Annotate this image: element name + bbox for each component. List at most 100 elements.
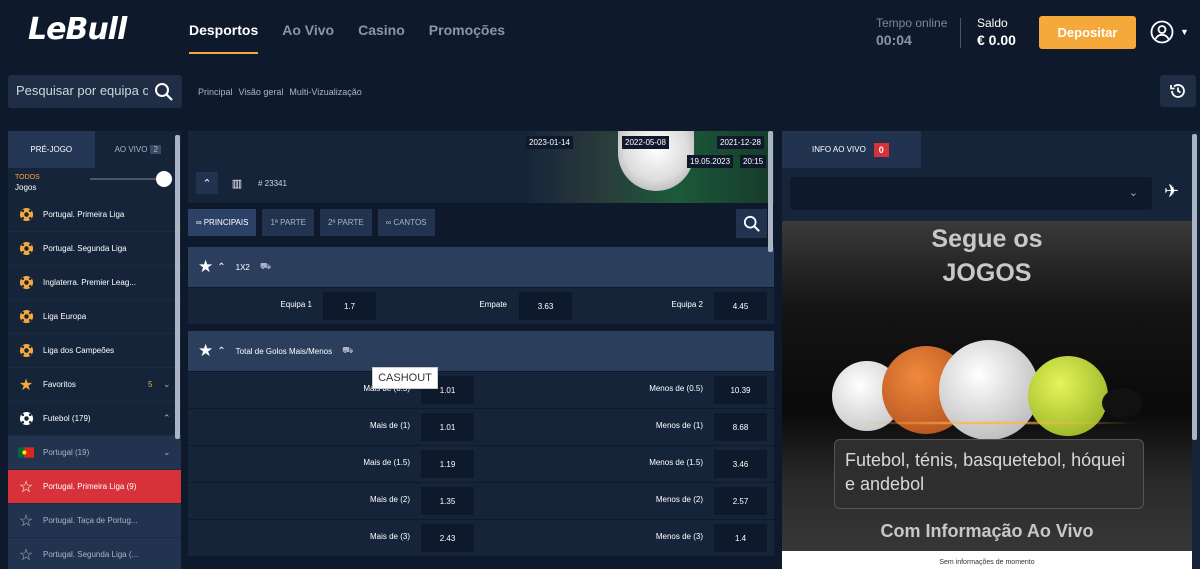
star-outline-icon[interactable]: ☆ bbox=[18, 547, 34, 564]
event-date: 19.05.2023 bbox=[687, 155, 734, 168]
sidebar-item-primeira-liga-selected[interactable]: ☆ Portugal. Primeira Liga (9) bbox=[8, 470, 181, 504]
tab-principais[interactable]: ∞ PRINCIPAIS bbox=[188, 209, 257, 236]
odds-row: Mais de (1) 1.01 Menos de (1) 8.68 bbox=[188, 408, 774, 445]
odd-button[interactable]: 8.68 bbox=[714, 413, 767, 441]
sidebar-item-segunda-liga-sub[interactable]: ☆ Portugal. Segunda Liga (... bbox=[8, 538, 181, 569]
market-header[interactable]: ★ ⌃ Total de Golos Mais/Menos ⛟ bbox=[188, 331, 774, 371]
columns-icon: ▥ bbox=[231, 177, 243, 190]
star-icon[interactable]: ★ bbox=[198, 341, 213, 361]
toggle-knob[interactable] bbox=[156, 171, 172, 187]
under-label: Menos de (1.5) bbox=[649, 458, 703, 467]
star-outline-icon[interactable]: ☆ bbox=[18, 513, 34, 530]
soccer-ball-icon bbox=[18, 411, 34, 427]
chevron-down-icon: ⌄ bbox=[1128, 187, 1138, 199]
tab-pre-jogo[interactable]: PRÉ-JOGO bbox=[8, 131, 95, 168]
tab-1-parte[interactable]: 1ª PARTE bbox=[262, 209, 315, 236]
odd-button[interactable]: 3.46 bbox=[714, 450, 767, 478]
layout-button[interactable]: ▥ bbox=[226, 172, 248, 194]
view-multi[interactable]: Multi-Vizualização bbox=[289, 87, 361, 97]
market-header[interactable]: ★ ⌃ 1X2 ⛟ bbox=[188, 247, 774, 287]
odd-button[interactable]: 1.4 bbox=[714, 524, 767, 552]
star-icon[interactable]: ★ bbox=[198, 257, 213, 277]
user-avatar-icon[interactable] bbox=[1150, 20, 1174, 44]
sidebar-item-label: Portugal. Primeira Liga bbox=[43, 210, 125, 219]
sidebar-item-label: Futebol (179) bbox=[43, 414, 91, 423]
odd-button[interactable]: 3.63 bbox=[519, 292, 572, 320]
sidebar-item-portugal[interactable]: Portugal (19) ⌄ bbox=[8, 436, 181, 470]
odd-button[interactable]: 2.57 bbox=[714, 487, 767, 515]
sidebar-item-portugal-segunda-liga[interactable]: Portugal. Segunda Liga bbox=[8, 232, 181, 266]
odd-button[interactable]: 1.01 bbox=[421, 413, 474, 441]
cashout-icon[interactable]: ⛟ bbox=[342, 345, 353, 357]
chevron-down-icon[interactable]: ▼ bbox=[1180, 27, 1189, 37]
sidebar-item-liga-campeoes[interactable]: Liga dos Campeões bbox=[8, 334, 181, 368]
odd-button[interactable]: 1.7 bbox=[323, 292, 376, 320]
tab-info-ao-vivo[interactable]: INFO AO VIVO 0 bbox=[782, 131, 921, 168]
outcome-label: Empate bbox=[479, 300, 507, 309]
over-label: Mais de (1.5) bbox=[363, 458, 410, 467]
live-info-panel: INFO AO VIVO 0 ⌄ ✈ Segue os JOGOS Futebo… bbox=[782, 131, 1200, 569]
search-input[interactable] bbox=[16, 83, 148, 98]
sidebar-scrollbar[interactable] bbox=[175, 135, 180, 439]
odd-button[interactable]: 2.43 bbox=[421, 524, 474, 552]
unpin-icon[interactable]: ✈ bbox=[1164, 181, 1179, 202]
divider bbox=[960, 18, 961, 48]
search-box bbox=[8, 75, 182, 108]
event-id: # 23341 bbox=[258, 179, 287, 188]
sidebar-item-label: Portugal (19) bbox=[43, 448, 90, 457]
market-1x2: ★ ⌃ 1X2 ⛟ Equipa 1 1.7 Empate 3.63 Equip… bbox=[188, 247, 774, 324]
view-switch: Principal Visão geral Multi-Vizualização bbox=[198, 87, 362, 97]
cashout-icon[interactable]: ⛟ bbox=[260, 261, 271, 273]
view-visao-geral[interactable]: Visão geral bbox=[239, 87, 284, 97]
chevron-up-icon[interactable]: ⌃ bbox=[217, 262, 225, 273]
chevron-down-icon[interactable]: ⌄ bbox=[163, 447, 171, 458]
match-select[interactable]: ⌄ bbox=[790, 177, 1152, 210]
promo-description: Futebol, ténis, basquetebol, hóquei e an… bbox=[834, 439, 1144, 509]
promo-footer: Com Informação Ao Vivo bbox=[880, 521, 1094, 541]
search-icon[interactable] bbox=[154, 82, 174, 102]
games-toggle[interactable] bbox=[90, 171, 172, 187]
nav-promocoes[interactable]: Promoções bbox=[429, 22, 505, 54]
jogos-label: Jogos bbox=[15, 183, 37, 192]
star-outline-icon[interactable]: ☆ bbox=[18, 479, 34, 496]
over-label: Mais de (1) bbox=[369, 421, 410, 430]
sports-balls-image bbox=[832, 340, 1152, 441]
sidebar-item-label: Portugal. Primeira Liga (9) bbox=[43, 482, 137, 491]
lebull-logo[interactable]: LeBull bbox=[28, 12, 127, 47]
chevron-up-icon[interactable]: ⌃ bbox=[217, 346, 225, 357]
history-button[interactable] bbox=[1160, 75, 1196, 107]
live-info-scrollbar[interactable] bbox=[1192, 134, 1197, 440]
deposit-button[interactable]: Depositar bbox=[1039, 16, 1136, 49]
odds-row: Mais de (0.5) 1.01 Menos de (0.5) 10.39 bbox=[188, 371, 774, 408]
odd-button[interactable]: 10.39 bbox=[714, 376, 767, 404]
market-search-button[interactable] bbox=[736, 209, 767, 238]
odd-button[interactable]: 1.19 bbox=[421, 450, 474, 478]
tab-2-parte[interactable]: 2ª PARTE bbox=[320, 209, 372, 236]
sports-sidebar: PRÉ-JOGO AO VIVO 2 TODOS Jogos Portugal. … bbox=[8, 131, 181, 569]
odds-row: Equipa 1 1.7 Empate 3.63 Equipa 2 4.45 bbox=[188, 287, 774, 324]
under-label: Menos de (2) bbox=[655, 495, 703, 504]
tab-cantos[interactable]: ∞ CANTOS bbox=[377, 209, 435, 236]
odd-button[interactable]: 4.45 bbox=[714, 292, 767, 320]
nav-casino[interactable]: Casino bbox=[358, 22, 405, 54]
collapse-all-button[interactable]: ⌃ bbox=[196, 172, 218, 194]
session-timer-label: Tempo online bbox=[876, 16, 948, 30]
nav-desportos[interactable]: Desportos bbox=[189, 22, 259, 54]
nav-ao-vivo[interactable]: Ao Vivo bbox=[282, 22, 334, 54]
odd-button[interactable]: 1.35 bbox=[421, 487, 474, 515]
top-bar: LeBull Desportos Ao Vivo Casino Promoçõe… bbox=[0, 0, 1200, 68]
view-principal[interactable]: Principal bbox=[198, 87, 233, 97]
sidebar-item-favoritos[interactable]: ★ Favoritos 5 ⌄ bbox=[8, 368, 181, 402]
chevron-up-icon[interactable]: ⌃ bbox=[163, 413, 171, 424]
market-total-goals: ★ ⌃ Total de Golos Mais/Menos ⛟ Mais de … bbox=[188, 331, 774, 556]
outcome-label: Equipa 2 bbox=[671, 300, 703, 309]
sidebar-item-portugal-primeira-liga[interactable]: Portugal. Primeira Liga bbox=[8, 198, 181, 232]
chevron-down-icon[interactable]: ⌄ bbox=[163, 379, 171, 390]
sidebar-item-premier-league[interactable]: Inglaterra. Premier Leag... bbox=[8, 266, 181, 300]
sidebar-item-futebol[interactable]: Futebol (179) ⌃ bbox=[8, 402, 181, 436]
tab-label: PRINCIPAIS bbox=[203, 218, 249, 227]
event-scrollbar[interactable] bbox=[768, 131, 773, 252]
sidebar-item-taca-portugal[interactable]: ☆ Portugal. Taça de Portug... bbox=[8, 504, 181, 538]
sidebar-item-liga-europa[interactable]: Liga Europa bbox=[8, 300, 181, 334]
tab-ao-vivo[interactable]: AO VIVO 2 bbox=[95, 131, 182, 168]
